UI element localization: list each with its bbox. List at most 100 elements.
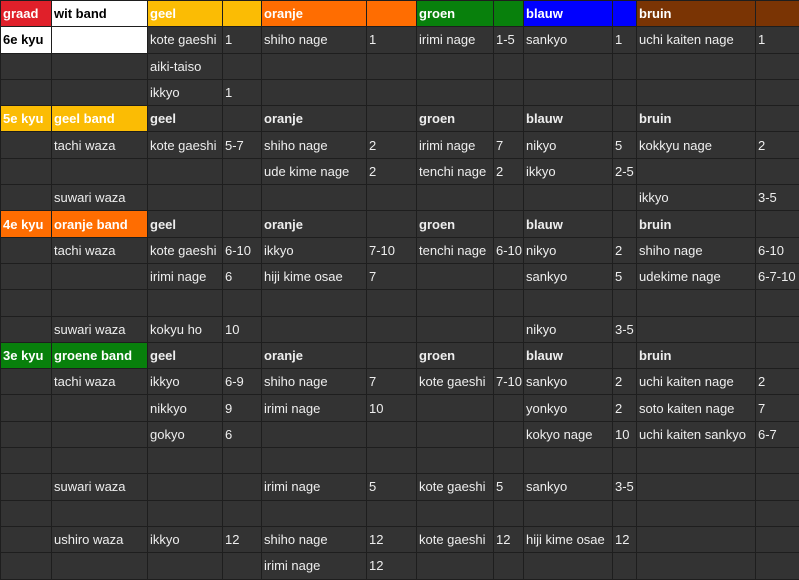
cell-groen-technique[interactable] bbox=[417, 316, 494, 342]
cell-bruin-count[interactable]: 6-10 bbox=[756, 237, 799, 263]
cell-oranje-technique[interactable]: ikkyo bbox=[262, 237, 367, 263]
cell-band[interactable] bbox=[52, 395, 148, 421]
cell-geel-technique[interactable] bbox=[148, 158, 223, 184]
cell-band[interactable]: tachi waza bbox=[52, 132, 148, 158]
cell-grade[interactable] bbox=[1, 237, 52, 263]
cell-bruin-technique[interactable] bbox=[637, 158, 756, 184]
cell-blauw-technique[interactable]: ikkyo bbox=[524, 158, 613, 184]
cell-groen-technique[interactable] bbox=[417, 395, 494, 421]
cell-bruin-count[interactable] bbox=[756, 474, 799, 500]
cell-oranje-technique[interactable]: irimi nage bbox=[262, 474, 367, 500]
cell-oranje-count[interactable] bbox=[367, 79, 417, 105]
cell-grade[interactable] bbox=[1, 290, 52, 316]
cell-bruin-count[interactable] bbox=[756, 290, 799, 316]
cell-blauw-count[interactable]: 2 bbox=[613, 369, 637, 395]
cell-geel-count[interactable] bbox=[223, 185, 262, 211]
cell-oranje-count[interactable] bbox=[367, 500, 417, 526]
cell-groen-count[interactable]: 2 bbox=[494, 158, 524, 184]
cell-blauw-technique[interactable] bbox=[524, 79, 613, 105]
cell-groen-count[interactable] bbox=[494, 553, 524, 579]
cell-oranje-count[interactable]: 7 bbox=[367, 369, 417, 395]
cell-oranje-count[interactable]: 5 bbox=[367, 474, 417, 500]
cell-oranje-count[interactable]: 2 bbox=[367, 132, 417, 158]
cell-bruin-technique[interactable] bbox=[637, 316, 756, 342]
cell-oranje-count[interactable] bbox=[367, 185, 417, 211]
cell-geel-count[interactable] bbox=[223, 158, 262, 184]
cell-grade[interactable]: 3e kyu bbox=[1, 342, 52, 368]
cell-band[interactable]: ushiro waza bbox=[52, 526, 148, 552]
cell-band[interactable] bbox=[52, 290, 148, 316]
cell-geel-count[interactable]: 6-10 bbox=[223, 237, 262, 263]
cell-geel-count[interactable] bbox=[223, 106, 262, 132]
cell-geel-technique[interactable] bbox=[148, 448, 223, 474]
cell-geel-count[interactable]: 6 bbox=[223, 421, 262, 447]
cell-blauw-count[interactable]: 3-5 bbox=[613, 316, 637, 342]
cell-geel-count[interactable]: 1 bbox=[223, 79, 262, 105]
cell-blauw-count[interactable] bbox=[613, 211, 637, 237]
cell-groen-technique[interactable] bbox=[417, 79, 494, 105]
cell-blauw-technique[interactable]: sankyo bbox=[524, 27, 613, 53]
cell-geel-technique[interactable]: irimi nage bbox=[148, 263, 223, 289]
cell-geel-count[interactable] bbox=[223, 500, 262, 526]
cell-bruin-technique[interactable]: uchi kaiten nage bbox=[637, 27, 756, 53]
cell-blauw-count[interactable] bbox=[613, 1, 637, 27]
cell-groen-count[interactable] bbox=[494, 106, 524, 132]
cell-blauw-technique[interactable]: sankyo bbox=[524, 369, 613, 395]
cell-oranje-count[interactable] bbox=[367, 421, 417, 447]
cell-blauw-technique[interactable] bbox=[524, 553, 613, 579]
cell-geel-technique[interactable]: kote gaeshi bbox=[148, 27, 223, 53]
cell-geel-technique[interactable] bbox=[148, 553, 223, 579]
cell-oranje-technique[interactable]: shiho nage bbox=[262, 27, 367, 53]
cell-blauw-count[interactable] bbox=[613, 106, 637, 132]
cell-groen-count[interactable]: 5 bbox=[494, 474, 524, 500]
cell-groen-technique[interactable]: groen bbox=[417, 106, 494, 132]
cell-groen-count[interactable] bbox=[494, 263, 524, 289]
cell-grade[interactable] bbox=[1, 263, 52, 289]
cell-bruin-technique[interactable]: ikkyo bbox=[637, 185, 756, 211]
cell-bruin-technique[interactable]: bruin bbox=[637, 106, 756, 132]
cell-grade[interactable] bbox=[1, 185, 52, 211]
cell-blauw-technique[interactable] bbox=[524, 53, 613, 79]
cell-oranje-count[interactable]: 7 bbox=[367, 263, 417, 289]
cell-blauw-count[interactable]: 3-5 bbox=[613, 474, 637, 500]
cell-grade[interactable] bbox=[1, 474, 52, 500]
cell-bruin-count[interactable] bbox=[756, 500, 799, 526]
cell-geel-technique[interactable]: geel bbox=[148, 211, 223, 237]
cell-blauw-count[interactable] bbox=[613, 553, 637, 579]
cell-blauw-technique[interactable] bbox=[524, 185, 613, 211]
cell-blauw-technique[interactable] bbox=[524, 290, 613, 316]
cell-grade[interactable] bbox=[1, 448, 52, 474]
cell-oranje-technique[interactable] bbox=[262, 53, 367, 79]
cell-band[interactable]: suwari waza bbox=[52, 474, 148, 500]
cell-groen-count[interactable] bbox=[494, 290, 524, 316]
cell-oranje-count[interactable] bbox=[367, 290, 417, 316]
cell-groen-count[interactable] bbox=[494, 185, 524, 211]
cell-blauw-technique[interactable]: kokyo nage bbox=[524, 421, 613, 447]
cell-blauw-count[interactable]: 2-5 bbox=[613, 158, 637, 184]
cell-oranje-technique[interactable]: shiho nage bbox=[262, 132, 367, 158]
cell-geel-count[interactable]: 5-7 bbox=[223, 132, 262, 158]
cell-blauw-count[interactable] bbox=[613, 185, 637, 211]
cell-blauw-technique[interactable]: nikyo bbox=[524, 316, 613, 342]
cell-bruin-count[interactable] bbox=[756, 1, 799, 27]
cell-oranje-technique[interactable]: hiji kime osae bbox=[262, 263, 367, 289]
cell-oranje-technique[interactable]: ude kime nage bbox=[262, 158, 367, 184]
cell-blauw-count[interactable]: 5 bbox=[613, 263, 637, 289]
cell-band[interactable] bbox=[52, 27, 148, 53]
cell-groen-technique[interactable]: tenchi nage bbox=[417, 237, 494, 263]
cell-geel-technique[interactable]: ikkyo bbox=[148, 369, 223, 395]
cell-blauw-count[interactable] bbox=[613, 448, 637, 474]
cell-oranje-count[interactable] bbox=[367, 342, 417, 368]
cell-geel-count[interactable]: 1 bbox=[223, 27, 262, 53]
cell-band[interactable]: tachi waza bbox=[52, 237, 148, 263]
cell-groen-count[interactable] bbox=[494, 448, 524, 474]
cell-bruin-technique[interactable]: bruin bbox=[637, 1, 756, 27]
cell-groen-count[interactable] bbox=[494, 395, 524, 421]
cell-groen-count[interactable]: 7 bbox=[494, 132, 524, 158]
cell-oranje-technique[interactable]: oranje bbox=[262, 342, 367, 368]
cell-bruin-technique[interactable] bbox=[637, 500, 756, 526]
cell-blauw-count[interactable]: 2 bbox=[613, 237, 637, 263]
cell-blauw-technique[interactable]: yonkyo bbox=[524, 395, 613, 421]
cell-blauw-count[interactable]: 12 bbox=[613, 526, 637, 552]
cell-blauw-count[interactable]: 1 bbox=[613, 27, 637, 53]
